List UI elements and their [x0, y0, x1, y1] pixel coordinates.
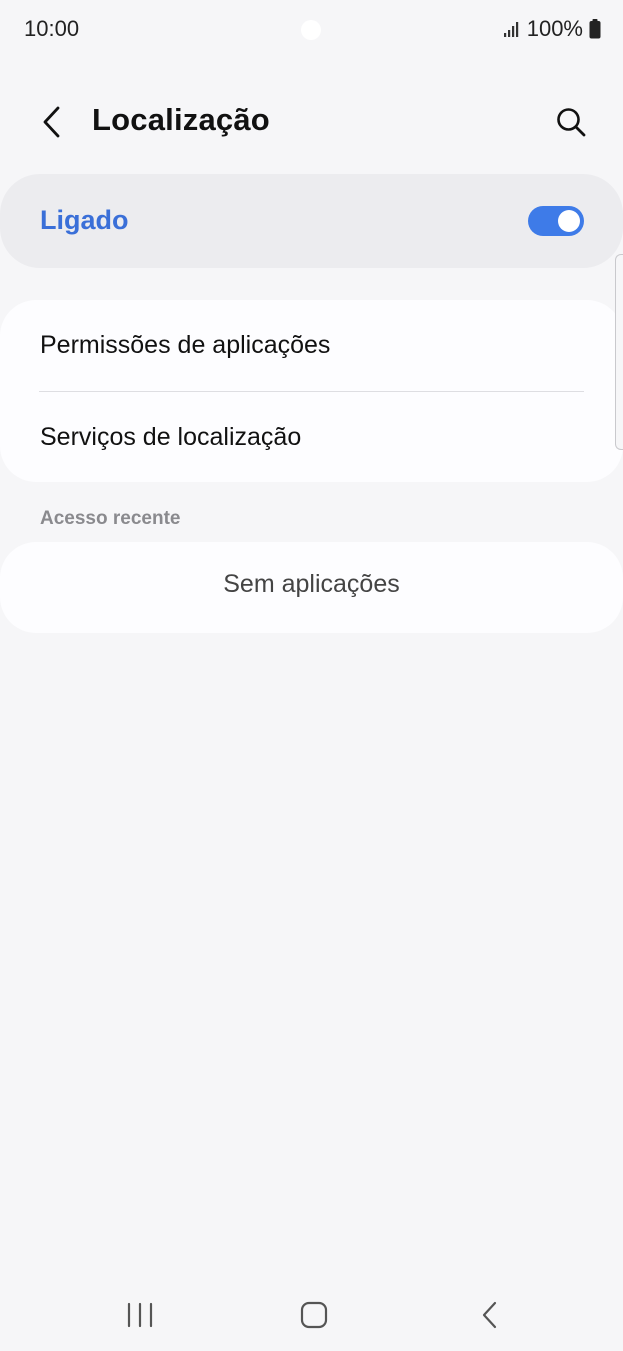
- chevron-left-icon: [43, 106, 60, 138]
- scrollbar[interactable]: [615, 254, 623, 450]
- location-switch[interactable]: [528, 206, 584, 236]
- recent-access-list: Sem aplicações: [0, 542, 623, 633]
- back-icon: [482, 1301, 497, 1329]
- location-settings-list: Permissões de aplicações Serviços de loc…: [0, 300, 623, 482]
- section-header-recent-access: Acesso recente: [40, 508, 181, 529]
- status-time: 10:00: [24, 16, 80, 41]
- recents-button[interactable]: [116, 1298, 164, 1332]
- empty-state-text: Sem aplicações: [223, 570, 400, 598]
- nav-back-button[interactable]: [466, 1298, 514, 1332]
- search-button[interactable]: [549, 100, 593, 144]
- list-item-location-services[interactable]: Serviços de localização: [0, 392, 623, 483]
- master-toggle-label: Ligado: [40, 205, 129, 235]
- home-button[interactable]: [290, 1298, 338, 1332]
- app-bar: Localização: [0, 80, 623, 166]
- list-item-label: Serviços de localização: [40, 423, 302, 451]
- camera-cutout: [301, 20, 321, 40]
- page-title: Localização: [92, 102, 270, 137]
- back-button[interactable]: [30, 100, 74, 144]
- recents-icon: [127, 1302, 153, 1328]
- search-icon: [557, 108, 586, 137]
- switch-knob: [558, 210, 580, 232]
- home-icon: [300, 1301, 328, 1329]
- list-item-app-permissions[interactable]: Permissões de aplicações: [0, 300, 623, 391]
- status-icons: 100%: [503, 16, 601, 42]
- list-item-label: Permissões de aplicações: [40, 331, 331, 359]
- battery-percentage: 100%: [526, 16, 583, 41]
- battery-icon: [589, 19, 601, 39]
- signal-icon: [503, 20, 521, 38]
- location-master-toggle[interactable]: Ligado: [0, 174, 623, 268]
- navigation-bar: [0, 1276, 623, 1351]
- status-bar: 10:00 100%: [0, 0, 623, 58]
